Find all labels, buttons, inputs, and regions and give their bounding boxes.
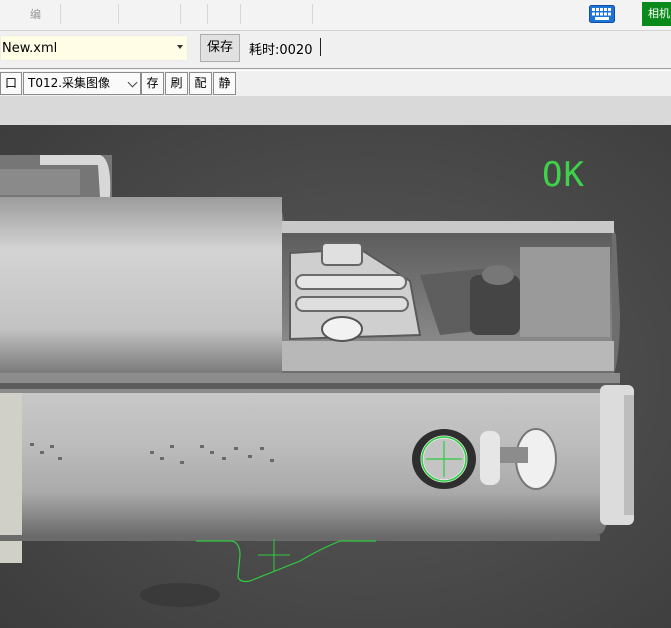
- step-select[interactable]: T012.采集图像: [23, 72, 141, 95]
- square-button[interactable]: 口: [0, 72, 22, 95]
- divider: [0, 70, 671, 71]
- camera-button[interactable]: 相机: [642, 2, 671, 26]
- static-button[interactable]: 静: [213, 72, 236, 95]
- file-row: New.xml 保存 耗时:0020: [0, 31, 671, 67]
- elapsed-time: 耗时:0020: [249, 39, 312, 58]
- menu-item-edit[interactable]: 编: [30, 6, 41, 22]
- chevron-down-icon[interactable]: [127, 77, 138, 88]
- file-select-value: New.xml: [2, 41, 58, 56]
- camera-image: [0, 125, 671, 628]
- keyboard-icon[interactable]: [589, 5, 615, 23]
- inspection-status: OK: [542, 155, 585, 195]
- menu-separator: [180, 4, 181, 24]
- elapsed-value: 0020: [279, 43, 313, 58]
- menu-separator: [207, 4, 208, 24]
- dropdown-arrow-icon[interactable]: [177, 45, 183, 49]
- menu-bar: 编 相机: [0, 0, 671, 31]
- camera-image-view[interactable]: OK: [0, 125, 671, 628]
- file-select[interactable]: New.xml: [0, 35, 188, 61]
- refresh-button[interactable]: 刷: [165, 72, 188, 95]
- tool-row: 口 T012.采集图像 存 刷 配 静: [0, 72, 671, 96]
- step-select-value: T012.采集图像: [28, 76, 111, 90]
- text-cursor: [320, 38, 321, 56]
- divider: [0, 68, 671, 69]
- save-button[interactable]: 保存: [200, 34, 240, 62]
- menu-separator: [312, 4, 313, 24]
- menu-separator: [60, 4, 61, 24]
- toolbar-spacer: [0, 96, 671, 125]
- elapsed-label: 耗时:: [249, 43, 280, 58]
- menu-separator: [118, 4, 119, 24]
- config-button[interactable]: 配: [189, 72, 212, 95]
- menu-separator: [240, 4, 241, 24]
- store-button[interactable]: 存: [141, 72, 164, 95]
